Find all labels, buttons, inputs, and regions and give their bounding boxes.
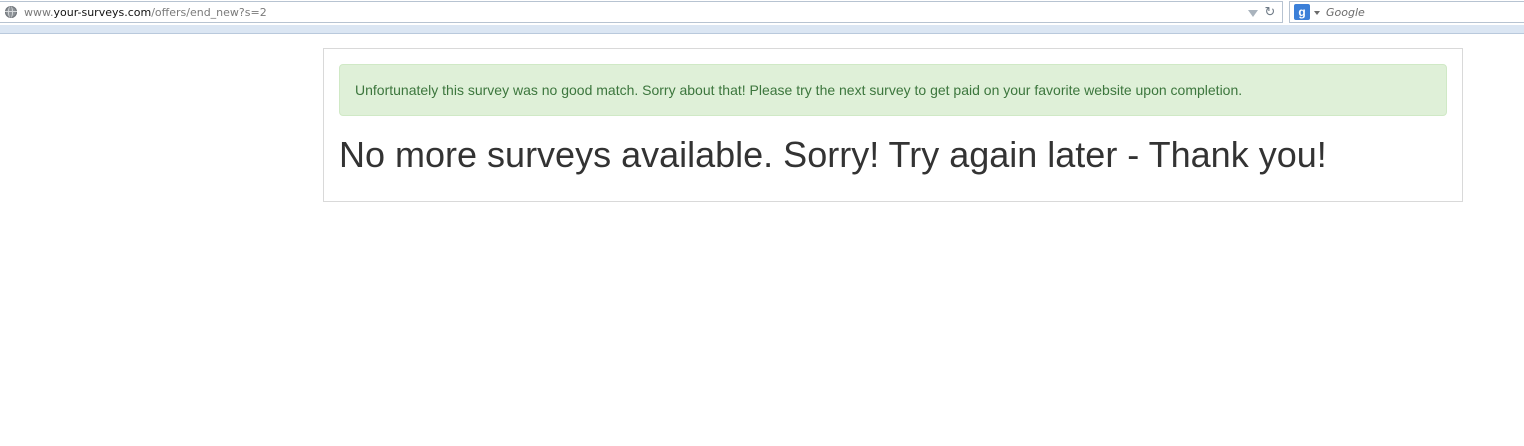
address-bar[interactable]: www.your-surveys.com/offers/end_new?s=2 … bbox=[0, 1, 1283, 23]
search-engine-caret-icon[interactable] bbox=[1314, 11, 1320, 15]
success-alert: Unfortunately this survey was no good ma… bbox=[339, 64, 1447, 116]
url-prefix: www. bbox=[24, 6, 54, 19]
reload-icon[interactable]: ↻ bbox=[1264, 6, 1276, 19]
page-headline: No more surveys available. Sorry! Try ag… bbox=[339, 134, 1327, 175]
globe-icon bbox=[5, 6, 17, 18]
browser-toolbar: www.your-surveys.com/offers/end_new?s=2 … bbox=[0, 0, 1524, 26]
search-bar[interactable]: g Google bbox=[1289, 1, 1524, 23]
google-icon[interactable]: g bbox=[1294, 4, 1310, 20]
url-path: /offers/end_new?s=2 bbox=[151, 6, 267, 19]
search-placeholder[interactable]: Google bbox=[1326, 6, 1365, 20]
content-panel: Unfortunately this survey was no good ma… bbox=[323, 48, 1463, 202]
url-text[interactable]: www.your-surveys.com/offers/end_new?s=2 bbox=[24, 6, 267, 20]
url-domain: your-surveys.com bbox=[53, 6, 152, 19]
toolbar-divider bbox=[0, 25, 1524, 34]
dropdown-arrow-icon[interactable] bbox=[1248, 10, 1258, 17]
alert-message: Unfortunately this survey was no good ma… bbox=[355, 82, 1243, 98]
